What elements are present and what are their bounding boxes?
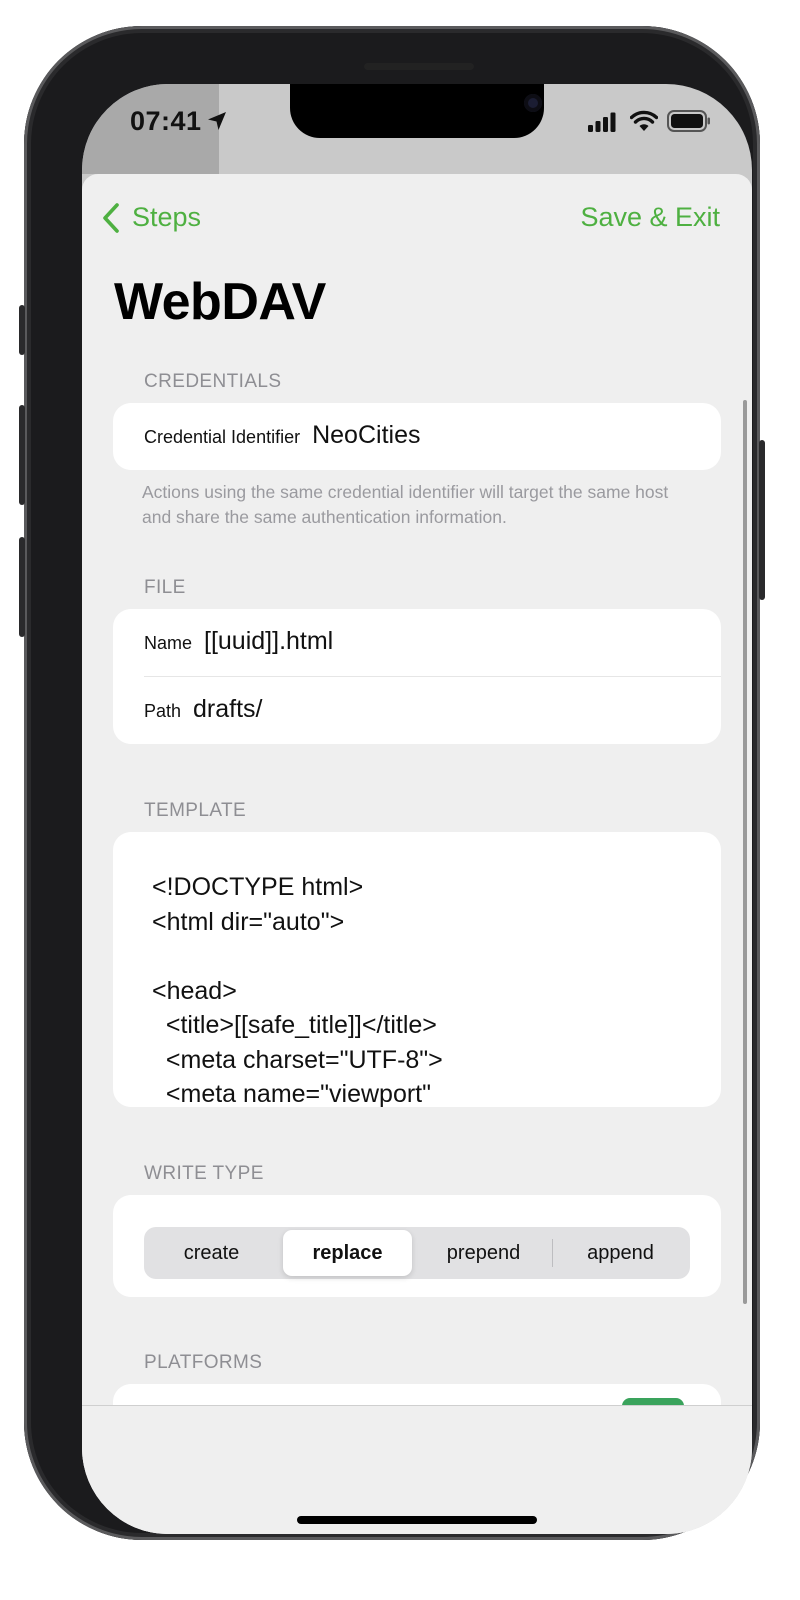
segment-separator: [552, 1239, 553, 1267]
file-name-label: Name: [144, 633, 193, 653]
segment-create[interactable]: create: [147, 1230, 276, 1276]
file-name-row: Name [[uuid]].html: [144, 627, 584, 656]
file-card: Name [[uuid]].html Path drafts/: [113, 609, 721, 744]
earpiece-speaker: [364, 63, 474, 70]
location-arrow-icon: [208, 112, 226, 130]
wifi-icon: [630, 110, 658, 131]
write-type-segmented-control: create replace prepend append: [144, 1227, 690, 1279]
side-power-button: [759, 440, 765, 600]
battery-icon: [667, 110, 710, 132]
back-button[interactable]: Steps: [102, 202, 201, 233]
phone-frame: 07:41 Steps Save & Exit WebDAV CREDENTIA…: [24, 26, 760, 1540]
back-button-label: Steps: [132, 202, 202, 232]
section-header-platforms: PLATFORMS: [144, 1352, 263, 1373]
save-exit-button[interactable]: Save & Exit: [580, 202, 720, 233]
camera-icon: [524, 94, 542, 112]
credentials-footnote: Actions using the same credential identi…: [142, 482, 669, 527]
file-path-label: Path: [144, 701, 182, 721]
mute-switch: [19, 305, 25, 355]
section-header-file: FILE: [144, 577, 186, 598]
page-title: WebDAV: [114, 273, 326, 331]
row-divider: [144, 676, 721, 677]
file-path-field[interactable]: drafts/: [193, 695, 573, 724]
credential-identifier-label: Credential Identifier: [144, 427, 301, 447]
write-type-card: create replace prepend append: [113, 1195, 721, 1297]
credential-identifier-field[interactable]: NeoCities: [312, 421, 692, 450]
segment-replace[interactable]: replace: [283, 1230, 412, 1276]
file-path-row: Path drafts/: [144, 695, 573, 724]
status-time: 07:41: [130, 106, 202, 136]
phone-screen: 07:41 Steps Save & Exit WebDAV CREDENTIA…: [82, 84, 752, 1534]
editor-sheet: Steps Save & Exit WebDAV CREDENTIALS Cre…: [82, 174, 752, 1534]
section-header-write-type: WRITE TYPE: [144, 1163, 264, 1184]
template-editor[interactable]: <!DOCTYPE html> <html dir="auto"> <head>…: [152, 870, 443, 1107]
credential-identifier-row: Credential Identifier NeoCities: [144, 421, 692, 450]
bottom-toolbar: [82, 1405, 752, 1534]
cellular-signal-icon: [588, 112, 616, 132]
section-header-credentials: CREDENTIALS: [144, 371, 282, 392]
credentials-card: Credential Identifier NeoCities: [113, 403, 721, 470]
file-name-field[interactable]: [[uuid]].html: [204, 627, 584, 656]
volume-down-button: [19, 537, 25, 637]
notch: [290, 84, 544, 138]
chevron-left-icon: [103, 202, 119, 233]
segment-append[interactable]: append: [556, 1230, 685, 1276]
template-card: <!DOCTYPE html> <html dir="auto"> <head>…: [113, 832, 721, 1107]
section-header-template: TEMPLATE: [144, 800, 247, 821]
volume-up-button: [19, 405, 25, 505]
scrollbar[interactable]: [743, 400, 747, 1304]
home-indicator[interactable]: [297, 1516, 537, 1524]
segment-prepend[interactable]: prepend: [419, 1230, 548, 1276]
